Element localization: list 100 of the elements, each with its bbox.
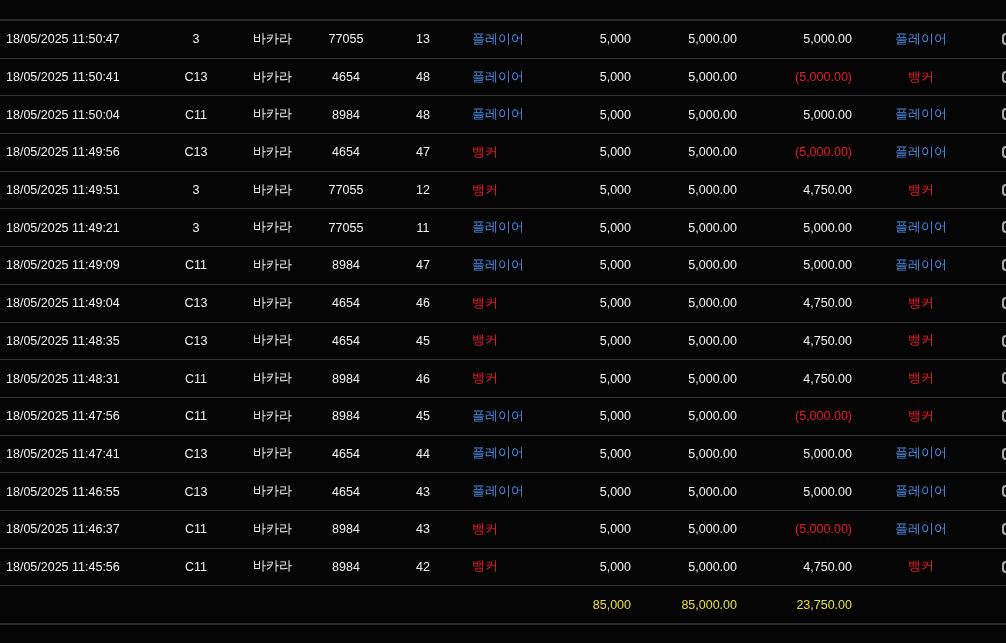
table-cell: 플레이어 xyxy=(856,133,985,172)
table-cell: 5,000.00 xyxy=(635,171,741,209)
total-cell: 85,000.00 xyxy=(635,585,741,624)
table-cell: 8984 xyxy=(312,397,380,436)
table-cell: 플레이어 xyxy=(856,95,985,134)
table-cell: 18/05/2025 11:48:31 xyxy=(0,359,160,398)
table-cell: 플레이어 xyxy=(856,435,985,473)
table-cell: 플레이어 xyxy=(466,472,560,511)
total-cell: 23,750.00 xyxy=(741,585,856,624)
table-cell: 77055 xyxy=(312,20,380,59)
table-cell: 4,750.00 xyxy=(741,171,856,209)
table-cell: 5,000 xyxy=(560,208,635,247)
table-cell: C13 xyxy=(160,472,232,511)
table-cell: 바카라 xyxy=(232,322,312,360)
table-cell: 43 xyxy=(380,510,466,549)
table-cell: 18/05/2025 11:50:41 xyxy=(0,58,160,96)
table-cell: 바카라 xyxy=(232,133,312,172)
table-cell: 77055 xyxy=(312,208,380,247)
table-cell: 8984 xyxy=(312,95,380,134)
table-cell: 5,000 xyxy=(560,359,635,398)
table-cell: 뱅커 xyxy=(856,171,985,209)
table-cell: 4,750.00 xyxy=(741,359,856,398)
table-cell: 5,000.00 xyxy=(635,95,741,134)
table-cell: 4654 xyxy=(312,472,380,511)
table-cell: 5,000 xyxy=(560,472,635,511)
table-cell: 4654 xyxy=(312,435,380,473)
table-cell: 8984 xyxy=(312,246,380,285)
table-cell: C11 xyxy=(160,246,232,285)
table-cell: 8984 xyxy=(312,359,380,398)
table-cell: (5,000.00) xyxy=(741,397,856,436)
table-cell: C11 xyxy=(160,359,232,398)
table-cell: 8984 xyxy=(312,510,380,549)
table-cell: 뱅커 xyxy=(856,284,985,322)
table-cell: 뱅커 xyxy=(856,322,985,360)
table-cell: 5,000 xyxy=(560,510,635,549)
table-cell: C13 xyxy=(160,133,232,172)
table-cell: 45 xyxy=(380,397,466,436)
table-cell: 13 xyxy=(380,20,466,59)
table-cell: 5,000.00 xyxy=(741,20,856,59)
table-cell: 플레이어 xyxy=(466,58,560,96)
table-cell: 18/05/2025 11:46:37 xyxy=(0,510,160,549)
table-cell: (5,000.00) xyxy=(741,510,856,549)
table-cell: (5,000.00) xyxy=(741,133,856,172)
table-cell: 47 xyxy=(380,133,466,172)
table-cell: 5,000 xyxy=(560,95,635,134)
table-cell: 4,750.00 xyxy=(741,284,856,322)
table-cell: 3 xyxy=(160,208,232,247)
table-cell: 5,000.00 xyxy=(635,359,741,398)
table-cell: 5,000.00 xyxy=(635,435,741,473)
table-cell: 5,000 xyxy=(560,171,635,209)
table-cell: 5,000 xyxy=(560,397,635,436)
table-cell: 뱅커 xyxy=(466,133,560,172)
table-cell: 5,000.00 xyxy=(741,435,856,473)
table-cell: 바카라 xyxy=(232,359,312,398)
table-cell: 뱅커 xyxy=(466,510,560,549)
table-cell: C13 xyxy=(160,435,232,473)
table-cell: 바카라 xyxy=(232,548,312,586)
table-cell: 5,000.00 xyxy=(635,246,741,285)
table-cell: 플레이어 xyxy=(856,472,985,511)
table-cell: 플레이어 xyxy=(466,208,560,247)
table-cell: 바카라 xyxy=(232,20,312,59)
table-cell: 5,000.00 xyxy=(635,20,741,59)
table-cell: C13 xyxy=(160,322,232,360)
table-cell: 바카라 xyxy=(232,246,312,285)
table-cell: 플레이어 xyxy=(856,246,985,285)
table-cell: 뱅커 xyxy=(856,548,985,586)
table-cell: 바카라 xyxy=(232,95,312,134)
table-cell: 바카라 xyxy=(232,171,312,209)
table-cell: 5,000 xyxy=(560,322,635,360)
total-cell: 85,000 xyxy=(560,585,635,624)
table-cell: 4654 xyxy=(312,58,380,96)
table-cell: 플레이어 xyxy=(856,208,985,247)
table-cell: 46 xyxy=(380,284,466,322)
table-cell: 48 xyxy=(380,58,466,96)
table-cell: 47 xyxy=(380,246,466,285)
table-cell: 5,000.00 xyxy=(635,548,741,586)
table-cell: C11 xyxy=(160,548,232,586)
table-cell: 5,000.00 xyxy=(741,472,856,511)
table-cell: 바카라 xyxy=(232,58,312,96)
table-cell: 5,000 xyxy=(560,284,635,322)
table-cell: 바카라 xyxy=(232,208,312,247)
table-cell: 4,750.00 xyxy=(741,322,856,360)
table-cell: 뱅커 xyxy=(466,284,560,322)
table-cell: 18/05/2025 11:47:41 xyxy=(0,435,160,473)
table-cell: 3 xyxy=(160,171,232,209)
table-cell: 플레이어 xyxy=(466,435,560,473)
table-cell: 18/05/2025 11:49:04 xyxy=(0,284,160,322)
table-cell: 5,000 xyxy=(560,20,635,59)
table-cell: 18/05/2025 11:50:47 xyxy=(0,20,160,59)
table-cell: 44 xyxy=(380,435,466,473)
table-cell: 18/05/2025 11:45:56 xyxy=(0,548,160,586)
table-cell: 5,000.00 xyxy=(635,208,741,247)
table-cell: 45 xyxy=(380,322,466,360)
table-cell: 플레이어 xyxy=(856,510,985,549)
table-cell: 바카라 xyxy=(232,284,312,322)
table-cell: C11 xyxy=(160,397,232,436)
table-cell: 5,000.00 xyxy=(741,95,856,134)
table-cell: 5,000 xyxy=(560,133,635,172)
table-cell: C11 xyxy=(160,510,232,549)
table-cell: 5,000.00 xyxy=(635,284,741,322)
